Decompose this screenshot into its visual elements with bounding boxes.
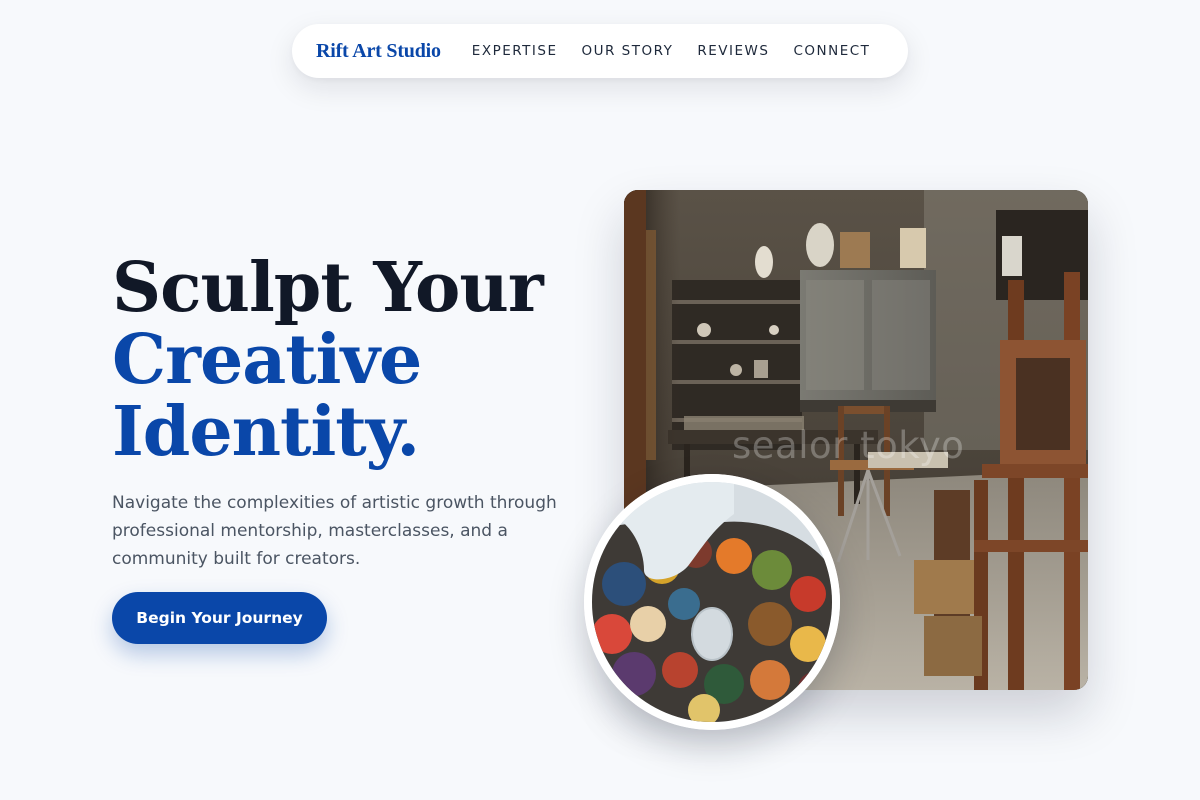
hero-subcopy: Navigate the complexities of artistic gr…	[112, 493, 557, 569]
nav-link-reviews[interactable]: REVIEWS	[697, 43, 769, 59]
brand-logo[interactable]: Rift Art Studio	[316, 40, 441, 63]
nav-links: EXPERTISE OUR STORY REVIEWS CONNECT	[472, 43, 871, 59]
top-nav: Rift Art Studio EXPERTISE OUR STORY REVI…	[292, 24, 908, 78]
headline-line-1: Sculpt Your	[112, 248, 544, 328]
nav-link-expertise[interactable]: EXPERTISE	[472, 43, 558, 59]
palette-photo-illustration	[584, 474, 840, 730]
begin-journey-button[interactable]: Begin Your Journey	[112, 592, 327, 644]
studio-watermark: sealor tokyo	[732, 424, 965, 467]
headline-line-2: Creative	[112, 320, 422, 400]
nav-link-connect[interactable]: CONNECT	[793, 43, 870, 59]
hero-headline: Sculpt Your Creative Identity.	[112, 248, 544, 472]
palette-photo	[584, 474, 840, 730]
headline-line-3: Identity.	[112, 392, 420, 472]
nav-link-our-story[interactable]: OUR STORY	[581, 43, 673, 59]
